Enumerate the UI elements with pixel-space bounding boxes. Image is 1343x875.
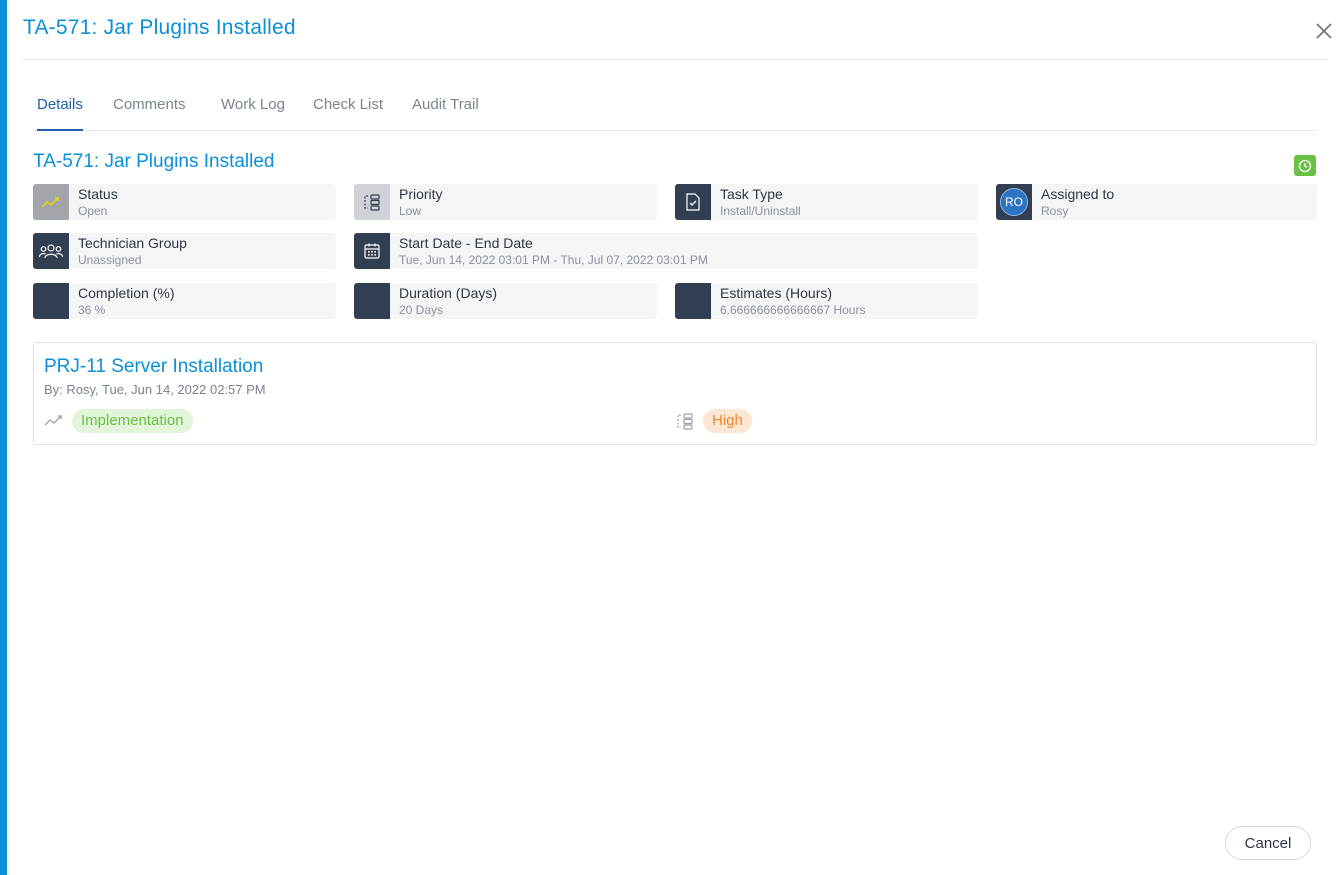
status-value: Open [78, 204, 108, 218]
date-range-value: Tue, Jun 14, 2022 03:01 PM - Thu, Jul 07… [399, 253, 708, 267]
status-field[interactable]: Status Open [33, 184, 336, 220]
tab-comments[interactable]: Comments [113, 96, 186, 129]
assignee-avatar-box: RO [996, 184, 1032, 220]
completion-icon-box [33, 283, 69, 319]
avatar: RO [1000, 188, 1028, 216]
assigned-to-label: Assigned to [1041, 186, 1115, 202]
project-title-link[interactable]: PRJ-11 Server Installation [44, 356, 263, 378]
project-meta: By: Rosy, Tue, Jun 14, 2022 02:57 PM [44, 382, 266, 397]
priority-icon [675, 411, 695, 436]
trend-icon [33, 184, 69, 220]
left-edge-strip [0, 0, 7, 875]
timer-clock-icon[interactable] [1294, 155, 1316, 176]
estimates-field[interactable]: Estimates (Hours) 6.666666666666667 Hour… [675, 283, 978, 319]
date-range-field[interactable]: Start Date - End Date Tue, Jun 14, 2022 … [354, 233, 978, 269]
tab-details[interactable]: Details [37, 96, 83, 131]
technician-group-value: Unassigned [78, 253, 142, 267]
tab-check-list[interactable]: Check List [313, 96, 383, 129]
estimates-icon-box [675, 283, 711, 319]
technician-group-field[interactable]: Technician Group Unassigned [33, 233, 336, 269]
project-card: PRJ-11 Server Installation By: Rosy, Tue… [33, 342, 1317, 445]
estimates-label: Estimates (Hours) [720, 285, 833, 301]
completion-label: Completion (%) [78, 285, 175, 301]
task-detail-modal: TA-571: Jar Plugins Installed Details Co… [7, 0, 1343, 875]
completion-value: 36 % [78, 303, 106, 317]
technician-group-label: Technician Group [78, 235, 187, 251]
document-check-icon [675, 184, 711, 220]
group-icon [33, 233, 69, 269]
date-range-label: Start Date - End Date [399, 235, 533, 251]
modal-title: TA-571: Jar Plugins Installed [23, 16, 296, 39]
task-type-field[interactable]: Task Type Install/Uninstall [675, 184, 978, 220]
duration-label: Duration (Days) [399, 285, 498, 301]
priority-icon [354, 184, 390, 220]
cancel-button[interactable]: Cancel [1225, 826, 1311, 860]
priority-field[interactable]: Priority Low [354, 184, 657, 220]
task-type-value: Install/Uninstall [720, 204, 801, 218]
task-type-label: Task Type [720, 186, 783, 202]
tab-audit-trail[interactable]: Audit Trail [412, 96, 479, 129]
task-title: TA-571: Jar Plugins Installed [33, 151, 275, 172]
assigned-to-value: Rosy [1041, 204, 1069, 218]
project-priority-badge: High [703, 409, 752, 433]
completion-field[interactable]: Completion (%) 36 % [33, 283, 336, 319]
tab-work-log[interactable]: Work Log [221, 96, 285, 129]
project-stage-badge: Implementation [72, 409, 193, 433]
modal-header: TA-571: Jar Plugins Installed [23, 0, 1332, 60]
duration-field[interactable]: Duration (Days) 20 Days [354, 283, 657, 319]
assigned-to-field[interactable]: RO Assigned to Rosy [996, 184, 1317, 220]
tab-bar: Details Comments Work Log Check List Aud… [33, 86, 1317, 131]
duration-icon-box [354, 283, 390, 319]
status-label: Status [78, 186, 118, 202]
calendar-icon [354, 233, 390, 269]
close-icon[interactable] [1313, 20, 1335, 42]
duration-value: 20 Days [399, 303, 444, 317]
trend-icon [44, 413, 64, 432]
estimates-value: 6.666666666666667 Hours [720, 303, 866, 317]
priority-label: Priority [399, 186, 443, 202]
priority-value: Low [399, 204, 422, 218]
